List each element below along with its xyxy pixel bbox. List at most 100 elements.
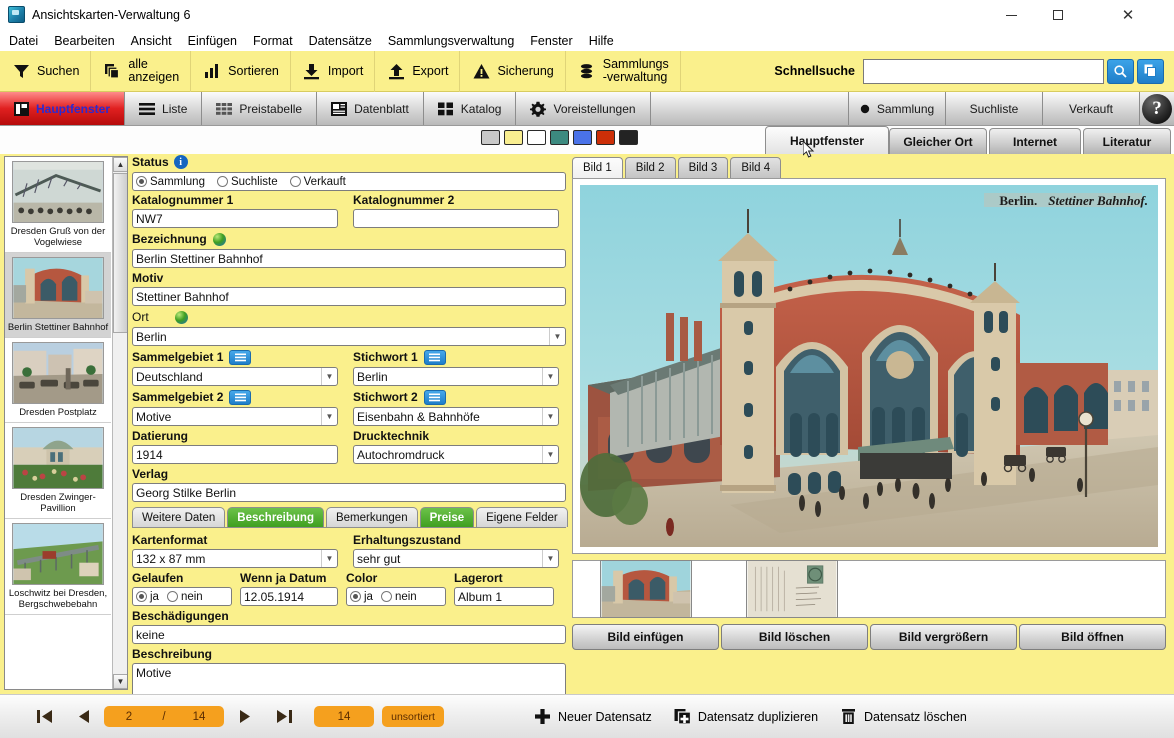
nav-button-voreinstellungen[interactable]: Voreistellungen <box>516 92 650 125</box>
chevron-down-icon[interactable]: ▼ <box>542 550 558 567</box>
datierung-input[interactable]: 1914 <box>132 445 338 464</box>
thumbnail-scrollbar[interactable]: ▲ ▼ <box>112 157 127 689</box>
scroll-down-button[interactable]: ▼ <box>113 674 128 689</box>
form-tab-beschreibung[interactable]: Beschreibung <box>227 507 324 527</box>
swatch-red[interactable] <box>596 130 615 145</box>
top-tab-internet[interactable]: Internet <box>989 128 1081 154</box>
nav-button-sammlung[interactable]: Sammlung <box>849 92 946 125</box>
globe-icon[interactable] <box>175 311 188 324</box>
swatch-teal[interactable] <box>550 130 569 145</box>
status-radio-group[interactable]: Sammlung Suchliste Verkauft <box>132 172 566 191</box>
neuer-datensatz-button[interactable]: Neuer Datensatz <box>534 708 652 725</box>
nav-button-hauptfenster[interactable]: Hauptfenster <box>0 92 125 125</box>
menu-item-datei[interactable]: Datei <box>0 34 46 48</box>
datensatz-duplizieren-button[interactable]: Datensatz duplizieren <box>674 708 818 725</box>
swatch-white[interactable] <box>527 130 546 145</box>
nav-button-katalog[interactable]: Katalog <box>424 92 517 125</box>
chevron-down-icon[interactable]: ▼ <box>321 368 337 385</box>
erhaltungszustand-combo[interactable]: sehr gut ▼ <box>353 549 559 568</box>
form-tab-eigene-felder[interactable]: Eigene Felder <box>476 507 568 527</box>
nav-button-liste[interactable]: Liste <box>125 92 202 125</box>
help-button[interactable]: ? <box>1140 92 1174 126</box>
stichwort1-combo[interactable]: Berlin ▼ <box>353 367 559 386</box>
chevron-down-icon[interactable]: ▼ <box>549 328 565 345</box>
toolbar-button-sortieren[interactable]: Sortieren <box>191 51 291 92</box>
image-thumb-cell-3[interactable] <box>865 562 1011 616</box>
image-thumb-cell-2[interactable] <box>719 562 865 616</box>
chevron-down-icon[interactable]: ▼ <box>542 368 558 385</box>
top-tab-literatur[interactable]: Literatur <box>1083 128 1171 154</box>
color-radio-group[interactable]: ja nein <box>346 587 446 606</box>
lagerort-input[interactable]: Album 1 <box>454 587 554 606</box>
sammelgebiet2-combo[interactable]: Motive ▼ <box>132 407 338 426</box>
menu-item-sammlungsverwaltung[interactable]: Sammlungsverwaltung <box>380 34 522 48</box>
radio-sammlung[interactable] <box>136 176 147 187</box>
thumbnail-item[interactable]: Berlin Stettiner Bahnhof <box>5 253 111 338</box>
bild-oeffnen-button[interactable]: Bild öffnen <box>1019 624 1166 650</box>
sammelgebiet1-combo[interactable]: Deutschland ▼ <box>132 367 338 386</box>
menu-item-datens-tze[interactable]: Datensätze <box>301 34 380 48</box>
form-tab-preise[interactable]: Preise <box>420 507 475 527</box>
toolbar-button-sicherung[interactable]: Sicherung <box>460 51 565 92</box>
globe-icon[interactable] <box>213 233 226 246</box>
maximize-button[interactable] <box>1035 0 1081 30</box>
toolbar-button-alle-anzeigen[interactable]: alle anzeigen <box>91 51 191 92</box>
toolbar-button-suchen[interactable]: Suchen <box>0 51 91 92</box>
chevron-down-icon[interactable]: ▼ <box>321 408 337 425</box>
motiv-input[interactable]: Stettiner Bahnhof <box>132 287 566 306</box>
beschaedigungen-input[interactable]: keine <box>132 625 566 644</box>
postcard-image[interactable]: Berlin.Stettiner Bahnhof. <box>580 185 1158 547</box>
main-image-frame[interactable]: Berlin.Stettiner Bahnhof. <box>572 178 1166 554</box>
info-icon[interactable]: i <box>174 155 188 169</box>
swatch-gray[interactable] <box>481 130 500 145</box>
chevron-down-icon[interactable]: ▼ <box>542 408 558 425</box>
image-thumb-cell-4[interactable] <box>1011 562 1157 616</box>
quicksearch-search-button[interactable] <box>1107 59 1134 84</box>
image-tab-bild-3[interactable]: Bild 3 <box>678 157 729 178</box>
thumbnail-item[interactable]: Loschwitz bei Dresden, Bergschwebebahn <box>5 519 111 615</box>
menu-item-bearbeiten[interactable]: Bearbeiten <box>46 34 122 48</box>
menu-item-hilfe[interactable]: Hilfe <box>581 34 622 48</box>
first-record-button[interactable] <box>24 708 64 725</box>
scroll-up-button[interactable]: ▲ <box>113 157 128 172</box>
ort-combo[interactable]: Berlin ▼ <box>132 327 566 346</box>
sammelgebiet1-list-button[interactable] <box>229 350 251 365</box>
minimize-button[interactable] <box>988 0 1034 30</box>
quicksearch-copy-button[interactable] <box>1137 59 1164 84</box>
gelaufen-radio-group[interactable]: ja nein <box>132 587 232 606</box>
image-tab-bild-1[interactable]: Bild 1 <box>572 157 623 178</box>
bild-einfuegen-button[interactable]: Bild einfügen <box>572 624 719 650</box>
stichwort2-list-button[interactable] <box>424 390 446 405</box>
radio-color-ja[interactable] <box>350 591 361 602</box>
katalognummer1-input[interactable]: NW7 <box>132 209 338 228</box>
thumbnail-item[interactable]: Dresden Gruß von der Vogelwiese <box>5 157 111 253</box>
drucktechnik-combo[interactable]: Autochromdruck ▼ <box>353 445 559 464</box>
swatch-blue[interactable] <box>573 130 592 145</box>
chevron-down-icon[interactable]: ▼ <box>321 550 337 567</box>
swatch-dark[interactable] <box>619 130 638 145</box>
next-record-button[interactable] <box>224 708 264 725</box>
nav-button-preistabelle[interactable]: Preistabelle <box>202 92 317 125</box>
top-tab-hauptfenster[interactable]: Hauptfenster <box>765 126 889 154</box>
total-records-pill[interactable]: 14 <box>314 706 374 727</box>
image-thumb-cell-1[interactable] <box>573 562 719 616</box>
close-button[interactable]: ✕ <box>1105 0 1151 30</box>
nav-button-suchliste[interactable]: Suchliste <box>946 92 1043 125</box>
menu-item-format[interactable]: Format <box>245 34 301 48</box>
toolbar-button-import[interactable]: Import <box>291 51 375 92</box>
radio-gelaufen-nein[interactable] <box>167 591 178 602</box>
bild-loeschen-button[interactable]: Bild löschen <box>721 624 868 650</box>
kartenformat-combo[interactable]: 132 x 87 mm ▼ <box>132 549 338 568</box>
image-tab-bild-4[interactable]: Bild 4 <box>730 157 781 178</box>
menu-item-ansicht[interactable]: Ansicht <box>123 34 180 48</box>
menu-item-fenster[interactable]: Fenster <box>522 34 580 48</box>
menu-item-einf-gen[interactable]: Einfügen <box>180 34 245 48</box>
record-counter[interactable]: 2 / 14 <box>104 706 224 727</box>
toolbar-button-export[interactable]: Export <box>375 51 460 92</box>
quicksearch-input[interactable] <box>863 59 1104 84</box>
swatch-yellow[interactable] <box>504 130 523 145</box>
wennja-input[interactable]: 12.05.1914 <box>240 587 338 606</box>
toolbar-button-sammlungsverwaltung[interactable]: Sammlungs -verwaltung <box>566 51 681 92</box>
record-thumbnail-list[interactable]: Dresden Gruß von der VogelwieseBerlin St… <box>4 156 128 690</box>
radio-gelaufen-ja[interactable] <box>136 591 147 602</box>
